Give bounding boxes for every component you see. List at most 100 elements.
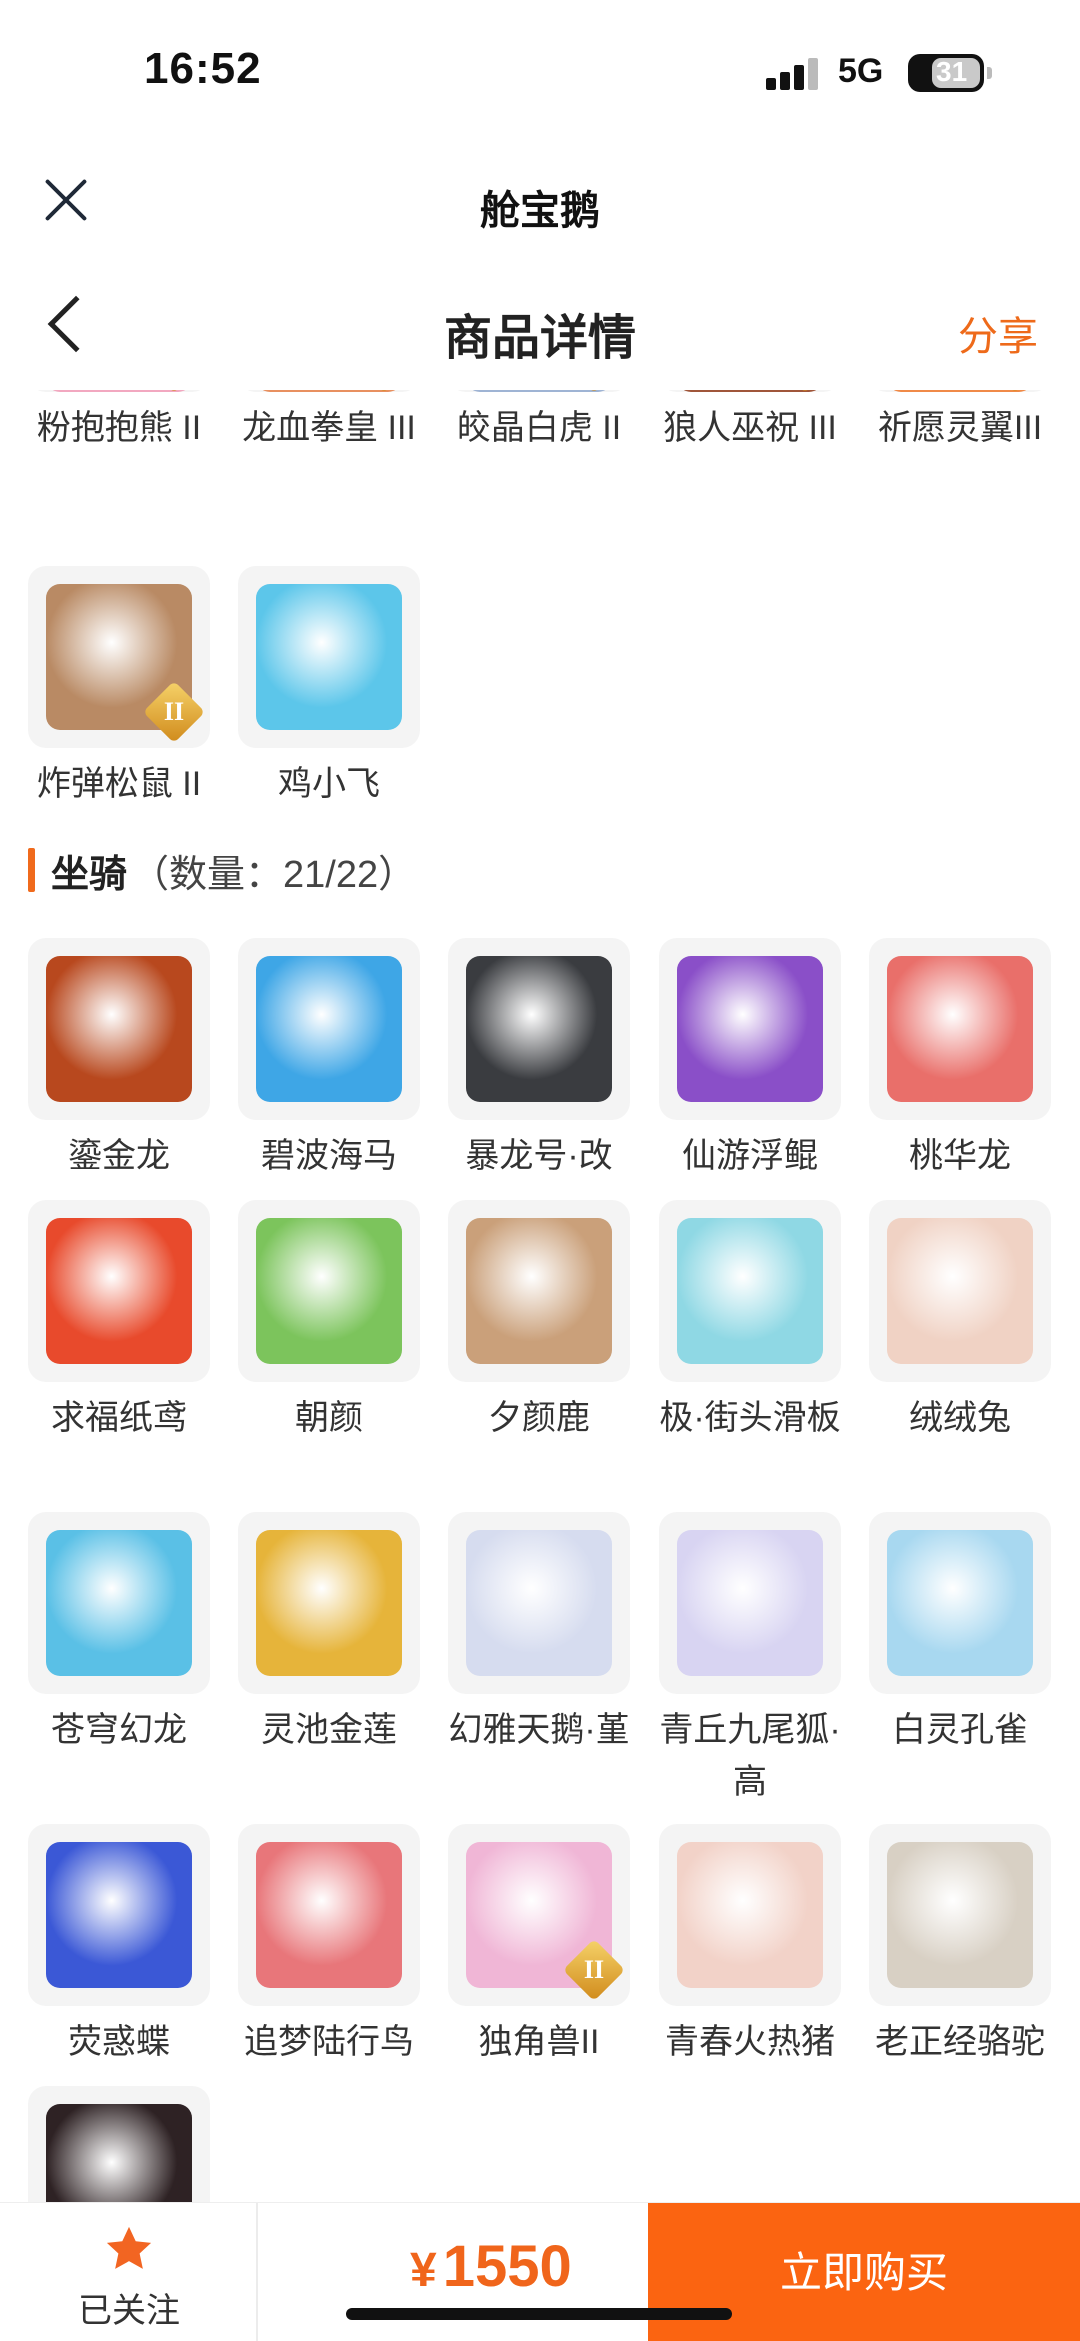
item-card[interactable]: 老正经骆驼 (869, 1824, 1053, 2068)
item-name: 青丘九尾狐·高 (659, 1711, 841, 1801)
item-image (256, 956, 402, 1102)
tier-badge-icon: II (562, 1938, 626, 2002)
mini-program-title: 舱宝鹅 (480, 189, 600, 233)
mini-program-header: 舱宝鹅 (0, 150, 1080, 260)
price-symbol: ¥ (410, 2244, 437, 2297)
item-thumbnail (448, 1512, 630, 1694)
price-value: 1550 (442, 2234, 572, 2299)
item-card[interactable]: 幻雅天鹅·堇 (448, 1512, 632, 1756)
item-name: 幻雅天鹅·堇 (448, 1711, 630, 1749)
item-name: 求福纸鸢 (51, 1399, 187, 1437)
network-type: 5G (838, 52, 884, 90)
item-name: 龙血拳皇 III (242, 409, 416, 447)
mounts-section-header: 坐骑 （数量：21/22） (28, 840, 416, 900)
item-name: 鸡小飞 (278, 765, 380, 803)
item-thumbnail (28, 938, 210, 1120)
page-title: 商品详情 (443, 312, 636, 365)
item-image (466, 956, 612, 1102)
follow-button[interactable]: 已关注 (0, 2203, 258, 2341)
item-card[interactable]: 夕颜鹿 (448, 1200, 632, 1444)
item-card[interactable]: 暴龙号·改 (448, 938, 632, 1182)
star-icon (106, 2226, 152, 2269)
item-name: 狼人巫祝 III (663, 409, 837, 447)
item-card[interactable]: II 炸弹松鼠 II (28, 566, 212, 810)
item-name: 夕颜鹿 (488, 1399, 590, 1437)
item-card[interactable]: III 狼人巫祝 III (659, 390, 843, 454)
item-image (887, 1530, 1033, 1676)
item-card[interactable]: 碧波海马 (238, 938, 422, 1182)
item-thumbnail (869, 1824, 1051, 2006)
tier-badge-label: II (163, 697, 185, 726)
item-card[interactable]: 白灵孔雀 (869, 1512, 1053, 1756)
item-image (677, 956, 823, 1102)
item-image (887, 956, 1033, 1102)
item-name: 独角兽II (478, 2023, 600, 2061)
section-count: （数量：21/22） (131, 853, 417, 896)
item-card[interactable]: 青丘九尾狐·高 (659, 1512, 843, 1808)
item-name: 鎏金龙 (68, 1137, 170, 1175)
item-card[interactable]: 追梦陆行鸟 (238, 1824, 422, 2068)
item-thumbnail (869, 1200, 1051, 1382)
item-card[interactable]: III 龙血拳皇 III (238, 390, 422, 454)
item-thumbnail (659, 1200, 841, 1382)
item-image (256, 1218, 402, 1364)
buy-now-button[interactable]: 立即购买 (648, 2203, 1080, 2341)
item-image (677, 390, 823, 392)
item-thumbnail (659, 1824, 841, 2006)
item-name: 粉抱抱熊 II (36, 409, 202, 447)
item-image (256, 584, 402, 730)
battery-level: 31 (936, 56, 968, 87)
item-thumbnail (869, 938, 1051, 1120)
item-image (46, 390, 192, 392)
item-name: 绒绒兔 (909, 1399, 1011, 1437)
item-card[interactable]: II 粉抱抱熊 II (28, 390, 212, 454)
item-card[interactable]: 绒绒兔 (869, 1200, 1053, 1444)
item-card[interactable]: 仙游浮鲲 (659, 938, 843, 1182)
item-thumbnail: II (448, 390, 630, 392)
item-thumbnail (238, 566, 420, 748)
item-card[interactable]: 荧惑蝶 (28, 1824, 212, 2068)
item-card[interactable]: 鸡小飞 (238, 566, 422, 810)
item-name: 炸弹松鼠 II (36, 765, 202, 803)
item-thumbnail (28, 2086, 210, 2202)
item-name: 苍穹幻龙 (51, 1711, 187, 1749)
item-card[interactable]: 鎏金龙 (28, 938, 212, 1182)
item-thumbnail: II (448, 1824, 630, 2006)
tier-badge-label: II (583, 1955, 605, 1984)
item-image (46, 1530, 192, 1676)
item-image (256, 1530, 402, 1676)
item-image (46, 956, 192, 1102)
item-card[interactable]: II 皎晶白虎 II (448, 390, 632, 454)
item-list-content[interactable]: II 粉抱抱熊 II III 龙血拳皇 III II 皎晶白虎 II III 狼人巫祝 III… (0, 390, 1080, 2202)
home-indicator (346, 2308, 732, 2320)
price: ¥1550 (410, 2233, 572, 2300)
item-image (466, 1530, 612, 1676)
item-thumbnail: III (869, 390, 1051, 392)
item-card[interactable]: 桃华龙 (869, 938, 1053, 1182)
page-nav: 商品详情 分享 (0, 270, 1080, 390)
item-name: 仙游浮鲲 (682, 1137, 818, 1175)
item-card[interactable]: 灵池金莲 (238, 1512, 422, 1756)
item-card[interactable]: II 独角兽II (448, 1824, 632, 2068)
item-name: 追梦陆行鸟 (244, 2023, 414, 2061)
item-card[interactable]: 青春火热猪 (659, 1824, 843, 2068)
item-image (46, 1842, 192, 1988)
item-card[interactable]: 苍穹幻龙 (28, 1512, 212, 1756)
item-thumbnail (448, 1200, 630, 1382)
share-button[interactable]: 分享 (958, 304, 1038, 362)
item-card[interactable] (28, 2086, 212, 2202)
item-card[interactable]: III 祈愿灵翼III (869, 390, 1053, 454)
item-image (46, 2104, 192, 2202)
item-card[interactable]: 极·街头滑板 (659, 1200, 843, 1444)
item-thumbnail (238, 938, 420, 1120)
item-name: 朝颜 (295, 1399, 363, 1437)
item-image (466, 1218, 612, 1364)
item-card[interactable]: 朝颜 (238, 1200, 422, 1444)
item-thumbnail: II (28, 566, 210, 748)
item-image (887, 390, 1033, 392)
item-thumbnail (448, 938, 630, 1120)
item-image (887, 1842, 1033, 1988)
status-bar: 16:52 5G 31 (0, 0, 1080, 140)
item-thumbnail (28, 1824, 210, 2006)
item-card[interactable]: 求福纸鸢 (28, 1200, 212, 1444)
